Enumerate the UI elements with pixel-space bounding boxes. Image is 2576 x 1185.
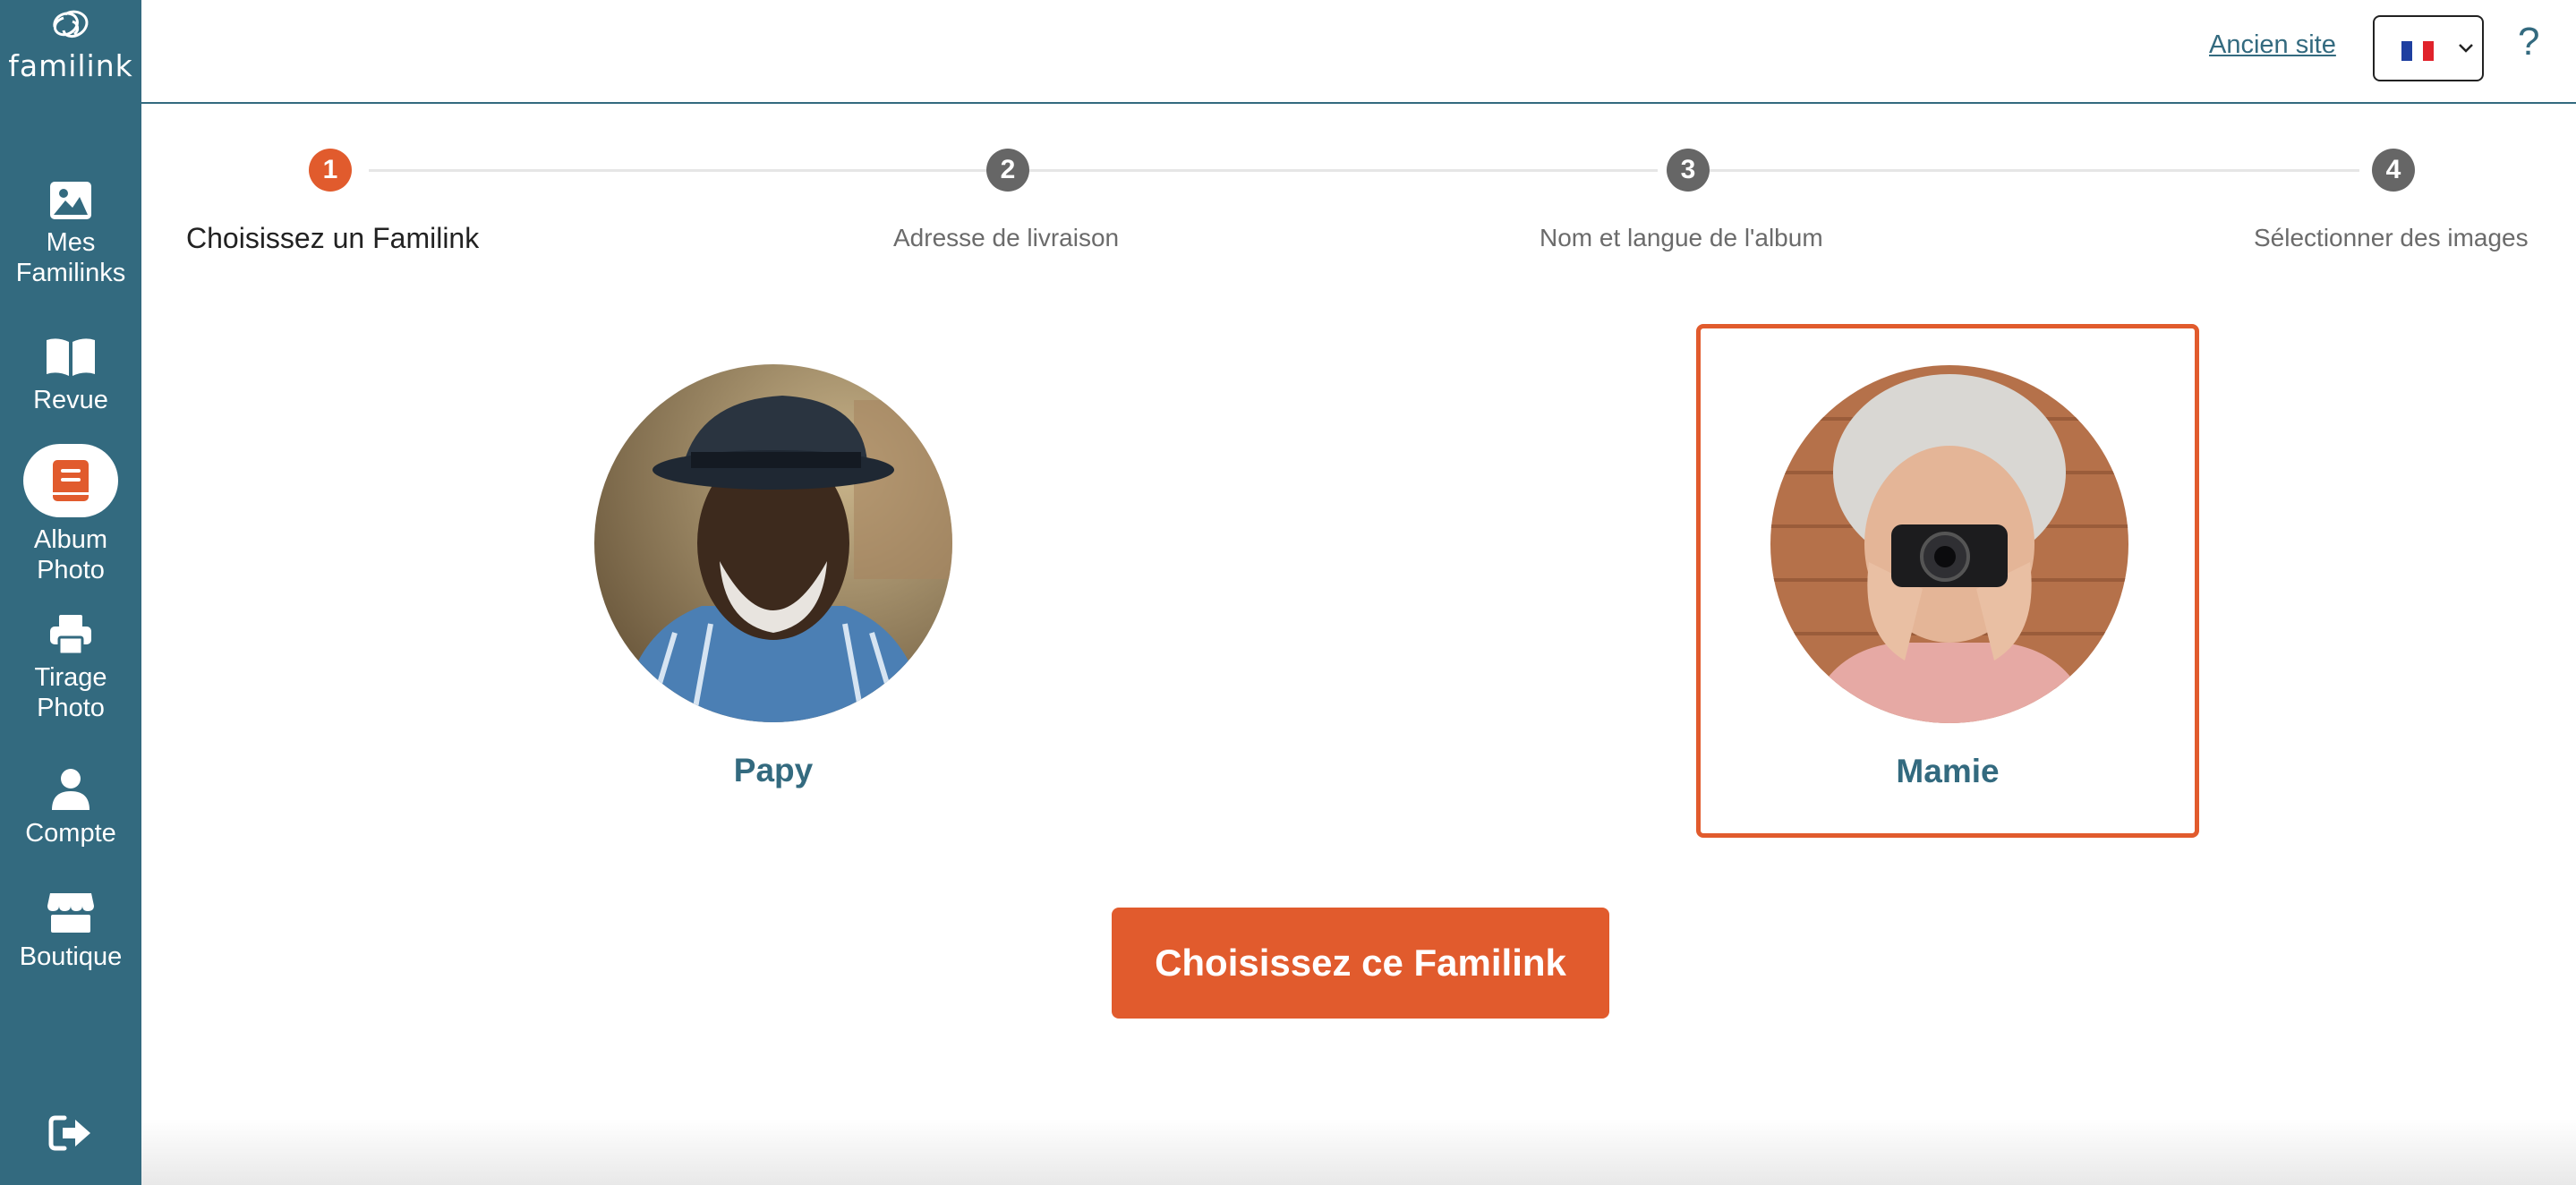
portrait-mamie (1770, 365, 2128, 723)
old-site-link[interactable]: Ancien site (2209, 30, 2336, 60)
language-select[interactable] (2373, 15, 2484, 81)
step-4-label: Sélectionner des images (2254, 224, 2529, 251)
sidebar-item-compte[interactable]: Compte (0, 768, 141, 848)
familink-logo[interactable]: familink (0, 7, 141, 83)
book-icon (47, 338, 95, 376)
image-icon (50, 182, 91, 219)
portrait-papy (594, 364, 952, 722)
sidebar-item-label: Revue (33, 386, 108, 414)
sidebar-item-tirage-photo[interactable]: Tirage Photo (0, 614, 141, 723)
avatar-mamie (1770, 365, 2128, 723)
sidebar-item-label: Album Photo (33, 525, 108, 584)
active-indicator (23, 444, 118, 517)
france-flag-icon (2401, 41, 2434, 61)
step-2-label: Adresse de livraison (893, 224, 1120, 251)
sidebar-item-mes-familinks[interactable]: Mes Familinks (0, 181, 141, 288)
step-connector (1704, 169, 2359, 172)
sidebar-item-album-photo[interactable]: Album Photo (0, 444, 141, 585)
avatar-papy (594, 364, 952, 722)
sidebar-item-label: Mes Familinks (15, 228, 126, 287)
sidebar: familink Mes Familinks Revue Album Photo… (0, 0, 141, 1185)
logo-text: familink (8, 48, 133, 83)
step-4-number: 4 (2372, 149, 2415, 192)
logout-button[interactable] (0, 1115, 141, 1151)
step-3-label: Nom et langue de l'album (1540, 224, 1823, 251)
sidebar-item-label: Boutique (19, 942, 123, 971)
step-1-label: Choisissez un Familink (186, 222, 480, 254)
step-1-number: 1 (309, 149, 352, 192)
familink-card-papy[interactable]: Papy (522, 324, 1025, 838)
choose-familink-button[interactable]: Choisissez ce Familink (1112, 908, 1609, 1019)
sidebar-item-boutique[interactable]: Boutique (0, 891, 141, 972)
printer-icon (50, 615, 91, 655)
help-button[interactable]: ? (2518, 20, 2539, 64)
logout-icon (48, 1115, 90, 1151)
bottom-shadow (141, 1119, 2576, 1185)
sidebar-item-label: Compte (25, 819, 116, 848)
step-3-number: 3 (1667, 149, 1710, 192)
photo-album-icon (53, 460, 89, 501)
chevron-down-icon (2459, 44, 2473, 53)
familink-logo-icon (53, 10, 89, 38)
sidebar-item-label: Tirage Photo (34, 663, 107, 722)
step-connector (1028, 169, 1658, 172)
familink-name: Mamie (1896, 753, 2000, 789)
sidebar-item-revue[interactable]: Revue (0, 337, 141, 415)
step-2-number: 2 (986, 149, 1029, 192)
top-bar: Ancien site ? (141, 0, 2576, 104)
user-icon (52, 769, 90, 810)
step-connector (369, 169, 986, 172)
store-icon (47, 893, 94, 933)
familink-card-mamie[interactable]: Mamie (1696, 324, 2199, 838)
familink-name: Papy (733, 752, 814, 789)
